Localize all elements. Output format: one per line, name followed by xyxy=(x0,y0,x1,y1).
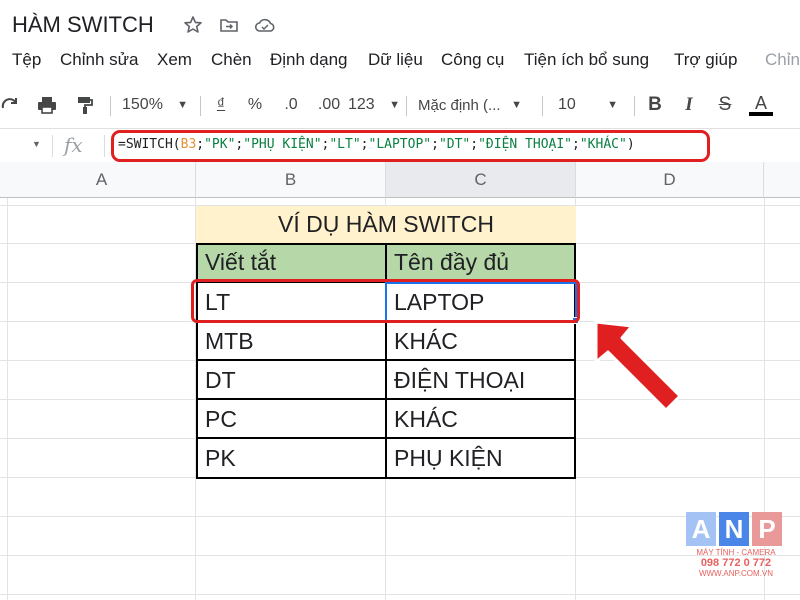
name-box[interactable]: ▼ xyxy=(0,133,50,159)
menu-file[interactable]: Tệp xyxy=(12,50,41,70)
increase-decimals-button[interactable]: .00 xyxy=(312,92,346,118)
font-name: Mặc định (... xyxy=(418,96,501,114)
logo-letter-p: P xyxy=(752,512,782,546)
gridline xyxy=(0,555,800,556)
menu-last-edit[interactable]: Chỉn xyxy=(765,50,800,70)
row-highlight-box xyxy=(191,279,580,323)
menu-addons[interactable]: Tiện ích bổ sung xyxy=(524,50,649,70)
document-title[interactable]: HÀM SWITCH xyxy=(12,12,154,38)
chevron-down-icon: ▼ xyxy=(177,99,188,111)
table-title-cell[interactable]: VÍ DỤ HÀM SWITCH xyxy=(196,206,576,243)
redo-icon[interactable] xyxy=(0,92,24,118)
zoom-select[interactable]: 150% ▼ xyxy=(118,92,192,118)
decrease-decimals-button[interactable]: .0 xyxy=(276,92,306,118)
menu-insert[interactable]: Chèn xyxy=(211,50,252,70)
paint-format-icon[interactable] xyxy=(72,92,98,118)
formula-divider xyxy=(104,135,105,157)
title-bar: HÀM SWITCH xyxy=(0,0,800,48)
menu-edit[interactable]: Chỉnh sửa xyxy=(60,50,138,70)
bold-button[interactable]: B xyxy=(644,92,666,118)
star-icon[interactable] xyxy=(182,14,204,36)
formula-divider xyxy=(52,135,53,157)
gridline xyxy=(0,516,800,517)
sheet-grid[interactable]: A B C D VÍ DỤ HÀM SWITCH Viết tắt Tên đầ… xyxy=(0,162,800,600)
toolbar-divider xyxy=(634,96,635,116)
logo-letter-a: A xyxy=(686,512,716,546)
zoom-value: 150% xyxy=(122,96,163,113)
chevron-down-icon: ▼ xyxy=(389,99,400,111)
more-formats-select[interactable]: 123 ▼ xyxy=(348,92,400,118)
formula-bar: ▼ fx =SWITCH(B3;"PK";"PHỤ KIỆN";"LT";"LA… xyxy=(0,128,800,162)
table-border xyxy=(196,398,576,400)
logo-letter-n: N xyxy=(719,512,749,546)
text-color-label: A xyxy=(754,93,767,113)
toolbar-divider xyxy=(200,96,201,116)
logo-phone: 098 772 0 772 xyxy=(700,557,772,569)
font-size-select[interactable]: 10 ▼ xyxy=(552,92,624,118)
menu-tools[interactable]: Công cụ xyxy=(441,50,504,70)
toolbar: 150% ▼ ₫ % .0 .00 123 ▼ Mặc định (... ▼ … xyxy=(0,86,800,124)
annotation-arrow-icon xyxy=(594,320,682,412)
table-border xyxy=(196,437,576,439)
font-select[interactable]: Mặc định (... ▼ xyxy=(414,92,526,118)
menu-view[interactable]: Xem xyxy=(157,50,192,70)
cloud-status-icon[interactable] xyxy=(254,14,276,36)
menu-bar: Tệp Chỉnh sửa Xem Chèn Định dạng Dữ liệu… xyxy=(0,48,800,76)
logo-url: WWW.ANP.COM.VN xyxy=(698,569,774,578)
more-formats-label: 123 xyxy=(348,96,375,113)
menu-help[interactable]: Trợ giúp xyxy=(674,50,737,70)
logo-tagline: MÁY TÍNH - CAMERA xyxy=(696,548,776,557)
currency-format-button[interactable]: ₫ xyxy=(210,92,232,118)
column-header-c[interactable]: C xyxy=(386,162,576,198)
print-icon[interactable] xyxy=(34,92,60,118)
font-size-value: 10 xyxy=(558,96,576,113)
text-color-swatch xyxy=(749,112,773,116)
table-border xyxy=(196,359,576,361)
chevron-down-icon: ▼ xyxy=(511,99,522,111)
italic-button[interactable]: I xyxy=(678,92,700,118)
menu-format[interactable]: Định dạng xyxy=(270,50,348,70)
toolbar-divider xyxy=(110,96,111,116)
toolbar-divider xyxy=(406,96,407,116)
chevron-down-icon: ▼ xyxy=(607,99,618,111)
column-header-e[interactable] xyxy=(764,162,800,198)
strikethrough-button[interactable]: S xyxy=(714,92,736,118)
anp-logo: A N P MÁY TÍNH - CAMERA 098 772 0 772 WW… xyxy=(686,512,786,588)
toolbar-divider xyxy=(542,96,543,116)
column-header-a[interactable]: A xyxy=(8,162,196,198)
formula-highlight-box xyxy=(111,130,710,162)
percent-format-button[interactable]: % xyxy=(244,92,266,118)
fx-icon: fx xyxy=(64,133,83,157)
gridline xyxy=(0,594,800,595)
column-header-d[interactable]: D xyxy=(576,162,764,198)
chevron-down-icon: ▼ xyxy=(32,139,41,149)
text-color-button[interactable]: A xyxy=(748,92,774,118)
column-header-b[interactable]: B xyxy=(196,162,386,198)
menu-data[interactable]: Dữ liệu xyxy=(368,50,423,70)
move-to-folder-icon[interactable] xyxy=(218,14,240,36)
logo-letters: A N P xyxy=(686,512,786,546)
